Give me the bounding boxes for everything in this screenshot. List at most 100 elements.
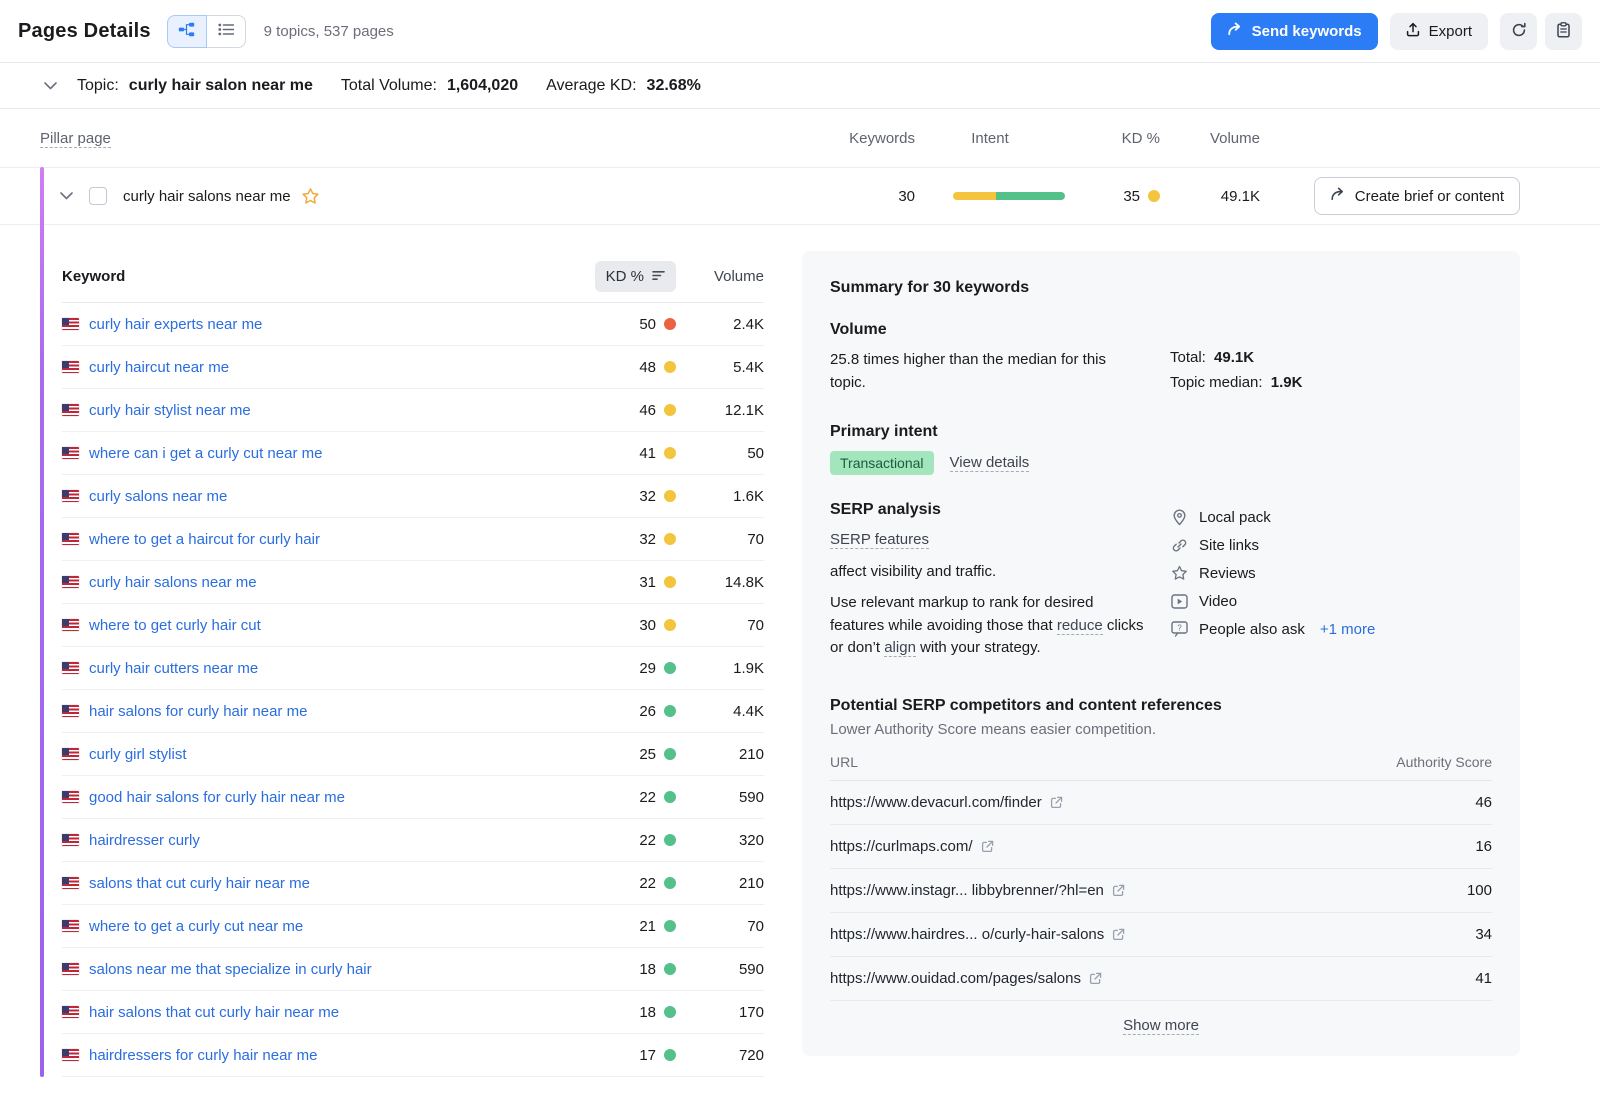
volume-column-header: Volume bbox=[1160, 130, 1260, 147]
feature-more-link[interactable]: +1 more bbox=[1320, 621, 1375, 638]
pillar-kd-dot bbox=[1148, 190, 1160, 202]
pillar-volume: 49.1K bbox=[1160, 188, 1260, 205]
keyword-link[interactable]: curly hair cutters near me bbox=[89, 660, 258, 677]
keyword-link[interactable]: curly haircut near me bbox=[89, 359, 229, 376]
keyword-link[interactable]: hair salons that cut curly hair near me bbox=[89, 1004, 339, 1021]
tree-view-button[interactable] bbox=[167, 15, 207, 48]
feature-label: People also ask bbox=[1199, 621, 1305, 638]
competitor-rows: https://www.devacurl.com/finder 46 https… bbox=[830, 781, 1492, 1001]
kd-difficulty-dot bbox=[664, 791, 676, 803]
external-link-icon bbox=[1112, 928, 1125, 941]
kd-difficulty-dot bbox=[664, 834, 676, 846]
keyword-link[interactable]: hairdressers for curly hair near me bbox=[89, 1047, 317, 1064]
kd-difficulty-dot bbox=[664, 533, 676, 545]
volume-value: 12.1K bbox=[676, 402, 764, 419]
volume-value: 2.4K bbox=[676, 316, 764, 333]
reduce-link[interactable]: reduce bbox=[1057, 617, 1103, 635]
keyword-link[interactable]: curly salons near me bbox=[89, 488, 227, 505]
keyword-row: good hair salons for curly hair near me … bbox=[62, 776, 764, 819]
us-flag-icon bbox=[62, 576, 79, 588]
pillar-expand-chevron[interactable] bbox=[58, 190, 75, 202]
keyword-row: where to get a haircut for curly hair 32… bbox=[62, 518, 764, 561]
pillar-checkbox[interactable] bbox=[89, 187, 107, 205]
keyword-link[interactable]: hairdresser curly bbox=[89, 832, 200, 849]
authority-score-column-header: Authority Score bbox=[1396, 754, 1492, 770]
create-brief-button[interactable]: Create brief or content bbox=[1314, 177, 1520, 215]
kd-difficulty-dot bbox=[664, 1006, 676, 1018]
kd-difficulty-dot bbox=[664, 404, 676, 416]
competitor-url[interactable]: https://www.instagr... libbybrenner/?hl=… bbox=[830, 882, 1125, 899]
keyword-link[interactable]: where to get a curly cut near me bbox=[89, 918, 303, 935]
serp-feature-item: ? People also ask +1 more bbox=[1170, 615, 1375, 643]
competitor-row: https://www.devacurl.com/finder 46 bbox=[830, 781, 1492, 825]
local-pack-icon bbox=[1170, 509, 1188, 526]
competitors-table: URL Authority Score https://www.devacurl… bbox=[830, 754, 1492, 1001]
serp-features-link[interactable]: SERP features bbox=[830, 531, 929, 549]
keyword-link[interactable]: salons near me that specialize in curly … bbox=[89, 961, 372, 978]
show-more-link[interactable]: Show more bbox=[1123, 1017, 1199, 1035]
refresh-button[interactable] bbox=[1500, 13, 1537, 50]
kd-sort-header[interactable]: KD % bbox=[595, 261, 676, 292]
keyword-link[interactable]: where to get curly hair cut bbox=[89, 617, 261, 634]
view-toggle bbox=[167, 15, 246, 48]
serp-feature-item: Reviews bbox=[1170, 559, 1375, 587]
pillar-kd-value: 35 bbox=[1123, 188, 1140, 205]
competitor-url[interactable]: https://www.devacurl.com/finder bbox=[830, 794, 1063, 811]
svg-text:?: ? bbox=[1177, 624, 1182, 633]
keyword-link[interactable]: where can i get a curly cut near me bbox=[89, 445, 322, 462]
volume-value: 210 bbox=[676, 746, 764, 763]
view-details-link[interactable]: View details bbox=[950, 454, 1030, 472]
keyword-table: Keyword KD % Volume curly hair experts n… bbox=[44, 251, 764, 1077]
keyword-link[interactable]: good hair salons for curly hair near me bbox=[89, 789, 345, 806]
keyword-link[interactable]: where to get a haircut for curly hair bbox=[89, 531, 320, 548]
intent-column-header: Intent bbox=[915, 130, 1065, 147]
pillar-page-name[interactable]: curly hair salons near me bbox=[123, 188, 291, 205]
keyword-row: where to get a curly cut near me 21 70 bbox=[62, 905, 764, 948]
kd-value: 32 bbox=[639, 488, 656, 505]
keyword-row: curly hair cutters near me 29 1.9K bbox=[62, 647, 764, 690]
keyword-link[interactable]: curly hair stylist near me bbox=[89, 402, 251, 419]
favorite-star-icon[interactable] bbox=[301, 187, 320, 205]
us-flag-icon bbox=[62, 963, 79, 975]
volume-value: 590 bbox=[676, 961, 764, 978]
align-link[interactable]: align bbox=[884, 639, 916, 657]
us-flag-icon bbox=[62, 662, 79, 674]
keyword-row: curly hair salons near me 31 14.8K bbox=[62, 561, 764, 604]
kd-difficulty-dot bbox=[664, 920, 676, 932]
topic-accent-stripe bbox=[40, 167, 44, 1077]
pillar-page-column-header[interactable]: Pillar page bbox=[40, 130, 111, 148]
kd-value: 17 bbox=[639, 1047, 656, 1064]
keyword-column-header: Keyword bbox=[62, 268, 566, 285]
refresh-icon bbox=[1511, 22, 1527, 41]
authority-score: 100 bbox=[1467, 882, 1492, 899]
send-keywords-button[interactable]: Send keywords bbox=[1211, 13, 1378, 50]
feature-label: Video bbox=[1199, 593, 1237, 610]
keyword-row: hairdresser curly 22 320 bbox=[62, 819, 764, 862]
keyword-link[interactable]: curly girl stylist bbox=[89, 746, 187, 763]
competitor-url[interactable]: https://www.ouidad.com/pages/salons bbox=[830, 970, 1102, 987]
keyword-link[interactable]: curly hair experts near me bbox=[89, 316, 262, 333]
topic-collapse-chevron[interactable] bbox=[42, 80, 59, 92]
us-flag-icon bbox=[62, 361, 79, 373]
kd-value: 21 bbox=[639, 918, 656, 935]
topics-pages-count: 9 topics, 537 pages bbox=[264, 23, 394, 40]
export-button[interactable]: Export bbox=[1390, 13, 1488, 50]
page-title: Pages Details bbox=[18, 20, 151, 43]
keyword-link[interactable]: hair salons for curly hair near me bbox=[89, 703, 307, 720]
clipboard-button[interactable] bbox=[1545, 13, 1582, 50]
intent-distribution-bar bbox=[953, 192, 1065, 200]
competitor-row: https://www.hairdres... o/curly-hair-sal… bbox=[830, 913, 1492, 957]
keyword-row: curly girl stylist 25 210 bbox=[62, 733, 764, 776]
competitor-url[interactable]: https://curlmaps.com/ bbox=[830, 838, 994, 855]
volume-value: 170 bbox=[676, 1004, 764, 1021]
external-link-icon bbox=[981, 840, 994, 853]
people-also-ask-icon: ? bbox=[1170, 621, 1188, 637]
keyword-link[interactable]: salons that cut curly hair near me bbox=[89, 875, 310, 892]
keyword-link[interactable]: curly hair salons near me bbox=[89, 574, 257, 591]
list-view-button[interactable] bbox=[206, 15, 246, 48]
kd-difficulty-dot bbox=[664, 361, 676, 373]
competitors-subheading: Lower Authority Score means easier compe… bbox=[830, 721, 1492, 738]
us-flag-icon bbox=[62, 404, 79, 416]
competitor-url[interactable]: https://www.hairdres... o/curly-hair-sal… bbox=[830, 926, 1125, 943]
keyword-row: where to get curly hair cut 30 70 bbox=[62, 604, 764, 647]
